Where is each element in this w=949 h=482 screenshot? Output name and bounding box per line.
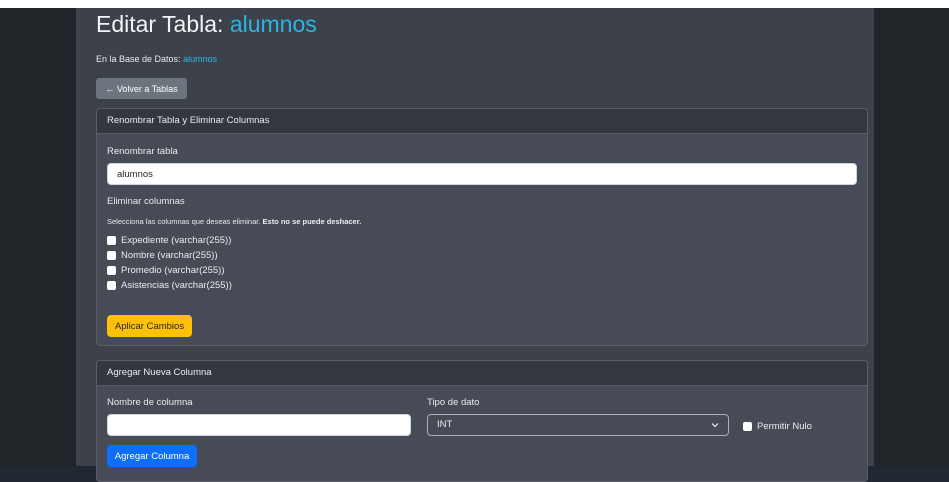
column-option-label: Expediente (varchar(255)) [121, 234, 232, 246]
rename-table-label: Renombrar tabla [107, 146, 178, 157]
database-label: En la Base de Datos: [96, 54, 184, 64]
allow-null-checkbox[interactable] [743, 422, 752, 431]
add-column-card: Agregar Nueva Columna Nombre de columna … [96, 360, 868, 482]
main-container: Editar Tabla: alumnos En la Base de Dato… [76, 8, 874, 482]
delete-hint-text: Selecciona las columnas que deseas elimi… [107, 217, 263, 226]
page-title-table-name: alumnos [229, 11, 317, 37]
checkbox[interactable] [107, 250, 116, 260]
column-option-label: Nombre (varchar(255)) [121, 249, 218, 261]
delete-columns-label: Eliminar columnas [107, 196, 185, 207]
allow-null-label: Permitir Nulo [757, 421, 812, 432]
delete-columns-hint: Selecciona las columnas que deseas elimi… [107, 217, 361, 226]
database-name: alumnos [183, 54, 218, 64]
column-option-label: Asistencias (varchar(255)) [121, 279, 232, 291]
checkbox[interactable] [107, 235, 116, 245]
checkbox[interactable] [107, 265, 116, 275]
rename-delete-card: Renombrar Tabla y Eliminar Columnas Reno… [96, 108, 868, 346]
page-title: Editar Tabla: alumnos [96, 11, 317, 38]
column-option-nombre[interactable]: Nombre (varchar(255)) [107, 248, 218, 262]
data-type-select[interactable]: INT [427, 414, 729, 436]
column-option-asistencias[interactable]: Asistencias (varchar(255)) [107, 278, 232, 292]
database-info: En la Base de Datos: alumnos [96, 54, 217, 64]
column-option-label: Promedio (varchar(255)) [121, 264, 225, 276]
page-title-prefix: Editar Tabla: [96, 11, 230, 37]
apply-changes-button[interactable]: Aplicar Cambios [107, 315, 192, 337]
data-type-label: Tipo de dato [427, 397, 480, 408]
allow-null-option[interactable]: Permitir Nulo [743, 421, 812, 432]
add-column-button[interactable]: Agregar Columna [107, 445, 197, 467]
left-background [0, 8, 76, 466]
back-to-tables-button[interactable]: ← Volver a Tablas [96, 78, 187, 99]
column-option-promedio[interactable]: Promedio (varchar(255)) [107, 263, 224, 277]
column-name-input[interactable] [107, 414, 411, 436]
rename-delete-card-header: Renombrar Tabla y Eliminar Columnas [97, 109, 867, 134]
column-name-label: Nombre de columna [107, 397, 193, 408]
delete-warning-text: Esto no se puede deshacer. [262, 217, 362, 226]
data-type-selected-value: INT [437, 419, 453, 430]
rename-table-input[interactable] [107, 163, 857, 185]
add-column-card-header: Agregar Nueva Columna [97, 361, 867, 386]
right-background [874, 8, 949, 466]
column-option-expediente[interactable]: Expediente (varchar(255)) [107, 233, 231, 247]
checkbox[interactable] [107, 280, 116, 290]
chevron-down-icon [711, 423, 719, 428]
top-edge [0, 0, 949, 8]
